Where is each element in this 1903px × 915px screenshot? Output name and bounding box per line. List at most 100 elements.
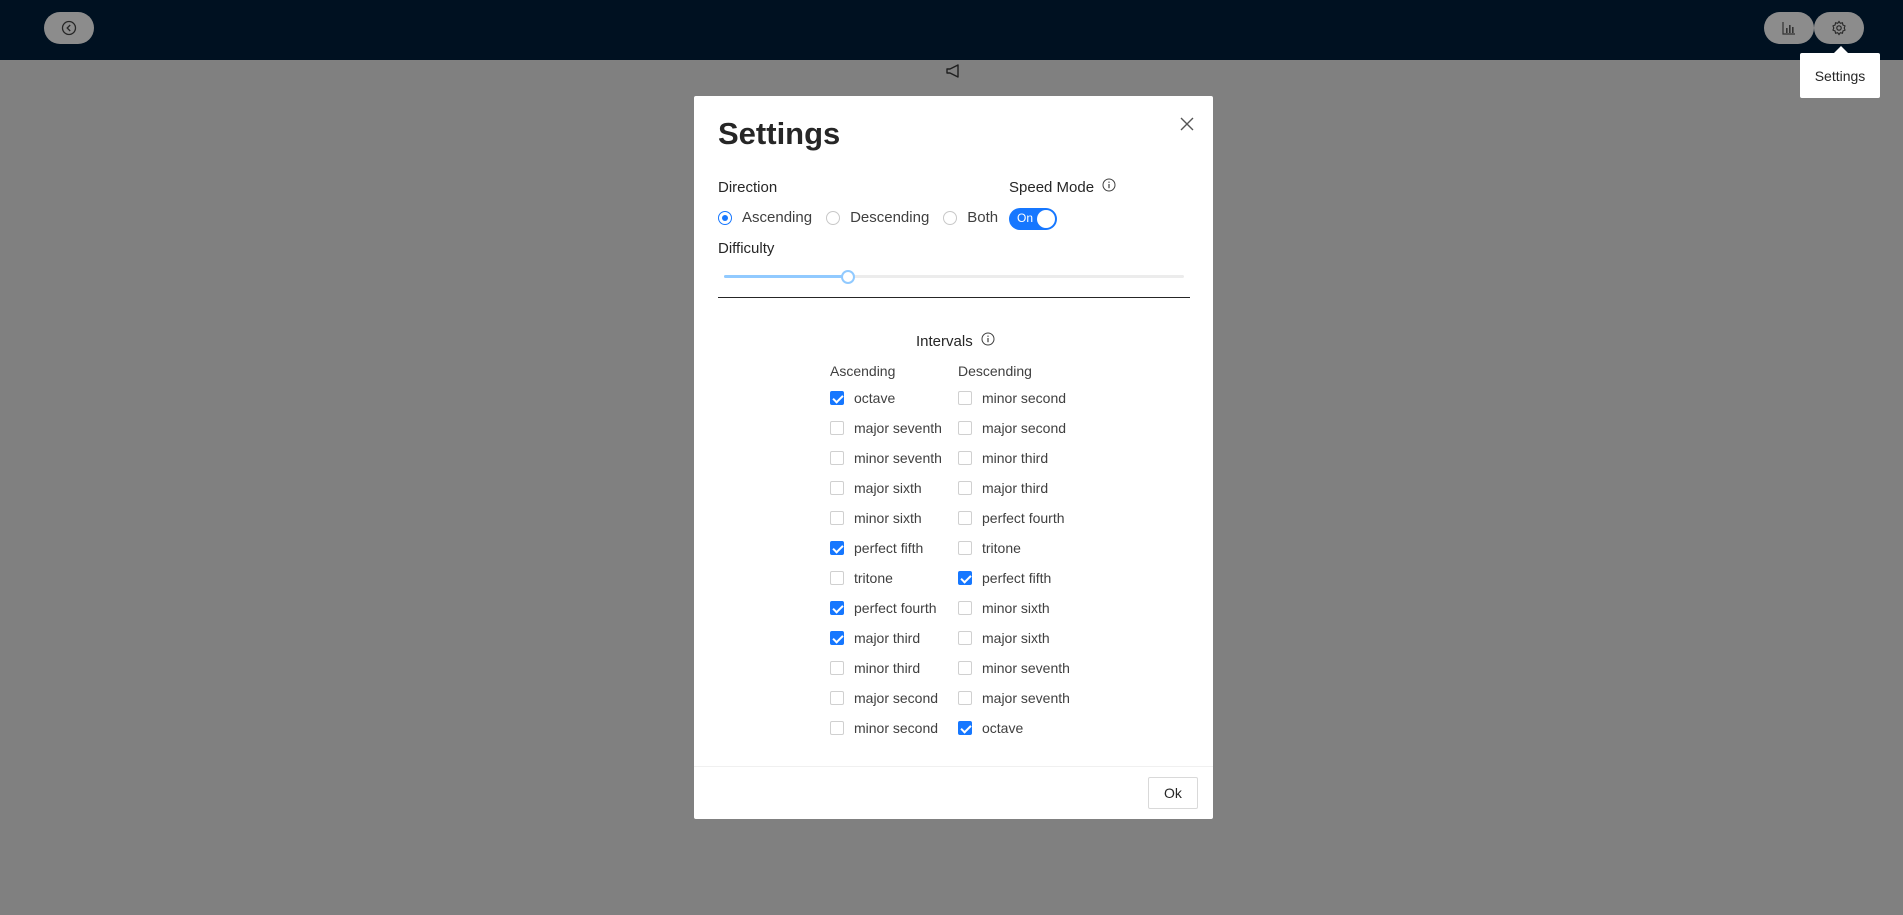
checkbox-label: major third (982, 480, 1049, 496)
checkbox-label: perfect fifth (854, 540, 924, 556)
interval-checkbox-row[interactable]: perfect fourth (830, 593, 942, 623)
checkbox[interactable] (958, 391, 972, 405)
interval-checkbox-row[interactable]: major sixth (830, 473, 942, 503)
checkbox[interactable] (830, 691, 844, 705)
switch-text: On (1017, 211, 1034, 225)
checkbox-label: perfect fourth (982, 510, 1065, 526)
interval-checkbox-row[interactable]: major second (830, 683, 942, 713)
checkbox-label: minor second (854, 720, 939, 736)
checkbox[interactable] (830, 421, 844, 435)
checkbox-label: major third (854, 630, 921, 646)
checkbox[interactable] (958, 691, 972, 705)
checkbox[interactable] (830, 661, 844, 675)
checkbox-label: octave (854, 390, 896, 406)
interval-checkbox-row[interactable]: major sixth (958, 623, 1070, 653)
interval-checkbox-row[interactable]: major third (830, 623, 942, 653)
interval-checkbox-row[interactable]: major third (958, 473, 1070, 503)
checkbox[interactable] (830, 541, 844, 555)
interval-checkbox-row[interactable]: perfect fourth (958, 503, 1070, 533)
interval-checkbox-row[interactable]: perfect fifth (958, 563, 1070, 593)
checkbox-label: minor second (982, 390, 1067, 406)
switch-knob (1037, 210, 1055, 228)
descending-interval-list: minor second major second minor third major… (958, 383, 1070, 743)
checkbox[interactable] (830, 511, 844, 525)
ascending-column-header: Ascending (830, 363, 896, 379)
checkbox[interactable] (958, 721, 972, 735)
descending-column-header: Descending (958, 363, 1032, 379)
interval-checkbox-row[interactable]: major seventh (830, 413, 942, 443)
divider (718, 297, 1190, 298)
ok-button[interactable]: Ok (1148, 777, 1198, 809)
interval-checkbox-row[interactable]: tritone (830, 563, 942, 593)
radio-circle[interactable] (943, 210, 958, 225)
checkbox[interactable] (830, 601, 844, 615)
info-icon[interactable] (1102, 178, 1116, 196)
interval-checkbox-row[interactable]: major seventh (958, 683, 1070, 713)
interval-checkbox-row[interactable]: minor seventh (958, 653, 1070, 683)
checkbox[interactable] (958, 541, 972, 555)
close-button[interactable] (1177, 116, 1197, 136)
checkbox[interactable] (830, 451, 844, 465)
checkbox-label: minor sixth (854, 510, 922, 526)
speaker-icon[interactable] (944, 62, 964, 85)
checkbox[interactable] (830, 391, 844, 405)
intervals-label: Intervals (916, 332, 973, 350)
checkbox[interactable] (830, 571, 844, 585)
interval-checkbox-row[interactable]: minor third (958, 443, 1070, 473)
radio-descending[interactable]: Descending (826, 209, 929, 226)
checkbox[interactable] (958, 511, 972, 525)
interval-checkbox-row[interactable]: minor sixth (958, 593, 1070, 623)
gear-icon (1831, 20, 1847, 36)
interval-checkbox-row[interactable]: minor sixth (830, 503, 942, 533)
checkbox-label: perfect fifth (982, 570, 1052, 586)
checkbox[interactable] (830, 481, 844, 495)
checkbox[interactable] (830, 631, 844, 645)
interval-checkbox-row[interactable]: minor second (958, 383, 1070, 413)
interval-checkbox-row[interactable]: minor seventh (830, 443, 942, 473)
checkbox-label: minor seventh (854, 450, 942, 466)
interval-checkbox-row[interactable]: tritone (958, 533, 1070, 563)
interval-checkbox-row[interactable]: octave (958, 713, 1070, 743)
interval-checkbox-row[interactable]: minor second (830, 713, 942, 743)
interval-checkbox-row[interactable]: major second (958, 413, 1070, 443)
speed-mode-label: Speed Mode (1009, 178, 1095, 196)
statistics-button[interactable] (1764, 12, 1814, 44)
checkbox-label: major second (854, 690, 939, 706)
checkbox[interactable] (958, 601, 972, 615)
interval-checkbox-row[interactable]: minor third (830, 653, 942, 683)
radio-circle[interactable] (718, 210, 732, 225)
direction-label: Direction (718, 179, 778, 196)
checkbox-label: major sixth (854, 480, 922, 496)
footer-divider (694, 766, 1213, 767)
radio-label: Both (967, 209, 999, 226)
interval-checkbox-row[interactable]: perfect fifth (830, 533, 942, 563)
checkbox-label: major seventh (854, 420, 942, 436)
checkbox[interactable] (958, 571, 972, 585)
intervals-heading: Intervals (916, 332, 995, 350)
bar-chart-icon (1781, 20, 1797, 36)
checkbox-label: major second (982, 420, 1067, 436)
settings-button[interactable] (1814, 12, 1864, 44)
checkbox-label: tritone (982, 540, 1021, 556)
radio-ascending[interactable]: Ascending (718, 209, 812, 226)
checkbox[interactable] (830, 721, 844, 735)
settings-tooltip: Settings (1800, 53, 1880, 98)
info-icon[interactable] (981, 332, 995, 350)
checkbox-label: minor third (854, 660, 921, 676)
radio-circle[interactable] (826, 210, 841, 225)
checkbox[interactable] (958, 451, 972, 465)
checkbox-label: minor third (982, 450, 1049, 466)
settings-modal: Settings Direction Ascending Descending … (694, 96, 1213, 819)
difficulty-slider-handle[interactable] (841, 270, 856, 284)
checkbox[interactable] (958, 631, 972, 645)
checkbox[interactable] (958, 421, 972, 435)
speed-mode-switch[interactable]: On (1009, 208, 1057, 230)
checkbox[interactable] (958, 661, 972, 675)
tooltip-arrow (1834, 46, 1848, 53)
modal-title: Settings (718, 116, 841, 151)
back-button[interactable] (44, 12, 94, 44)
checkbox[interactable] (958, 481, 972, 495)
interval-checkbox-row[interactable]: octave (830, 383, 942, 413)
radio-label: Descending (850, 209, 930, 226)
radio-both[interactable]: Both (943, 209, 998, 226)
